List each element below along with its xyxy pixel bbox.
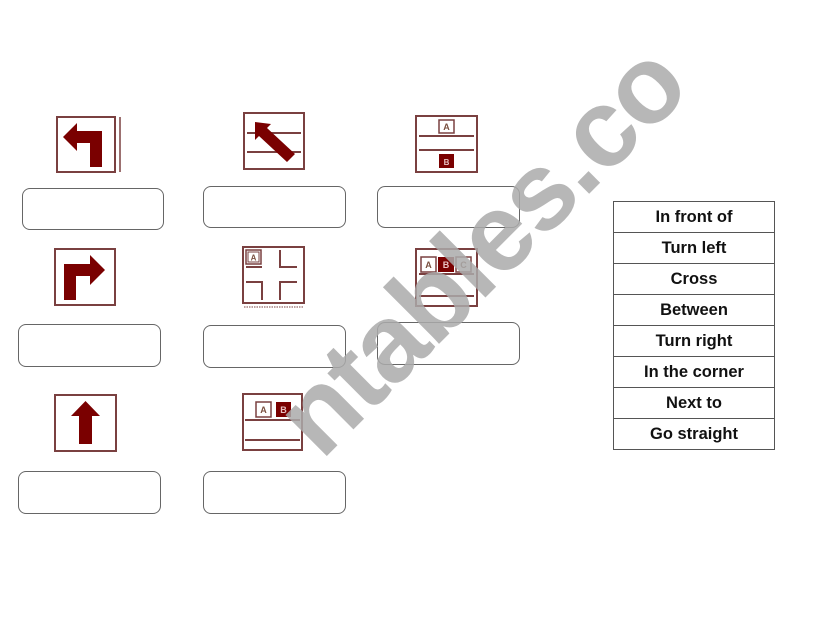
sign-between: A B C (415, 248, 478, 307)
answer-box-5[interactable] (203, 325, 346, 368)
cross-street-arrow-icon (243, 112, 305, 170)
answer-box-8[interactable] (203, 471, 346, 514)
word-bank-item[interactable]: Next to (613, 387, 775, 419)
in-front-of-icon: A B (415, 115, 478, 173)
sign-turn-right (54, 248, 116, 306)
in-the-corner-icon: A (242, 246, 305, 308)
label-c: C (460, 260, 467, 270)
answer-box-2[interactable] (203, 186, 346, 228)
sign-in-the-corner: A (242, 246, 306, 310)
answer-box-4[interactable] (18, 324, 161, 367)
sign-go-straight (54, 394, 117, 452)
word-bank-item[interactable]: Turn right (613, 325, 775, 357)
answer-box-3[interactable] (377, 186, 520, 228)
sign-turn-left (55, 115, 123, 174)
word-bank: In front of Turn left Cross Between Turn… (613, 201, 775, 450)
label-b: B (280, 405, 287, 415)
answer-box-6[interactable] (377, 322, 520, 365)
label-b: B (444, 158, 450, 167)
label-b: B (443, 260, 450, 270)
sign-in-front-of: A B (415, 115, 478, 173)
label-a: A (443, 122, 450, 132)
word-bank-item[interactable]: Cross (613, 263, 775, 295)
turn-left-arrow-icon (56, 116, 121, 173)
label-a: A (260, 405, 267, 415)
answer-box-1[interactable] (22, 188, 164, 230)
word-bank-item[interactable]: In front of (613, 201, 775, 233)
answer-box-7[interactable] (18, 471, 161, 514)
word-bank-item[interactable]: Between (613, 294, 775, 326)
next-to-icon: A B (242, 393, 303, 451)
sign-cross (243, 112, 305, 170)
sign-next-to: A B (242, 393, 303, 451)
label-a: A (251, 254, 257, 263)
word-bank-item[interactable]: In the corner (613, 356, 775, 388)
go-straight-arrow-icon (54, 394, 117, 452)
word-bank-item[interactable]: Turn left (613, 232, 775, 264)
between-icon: A B C (415, 248, 478, 307)
word-bank-item[interactable]: Go straight (613, 418, 775, 450)
turn-right-arrow-icon (54, 248, 116, 306)
label-a: A (425, 260, 432, 270)
